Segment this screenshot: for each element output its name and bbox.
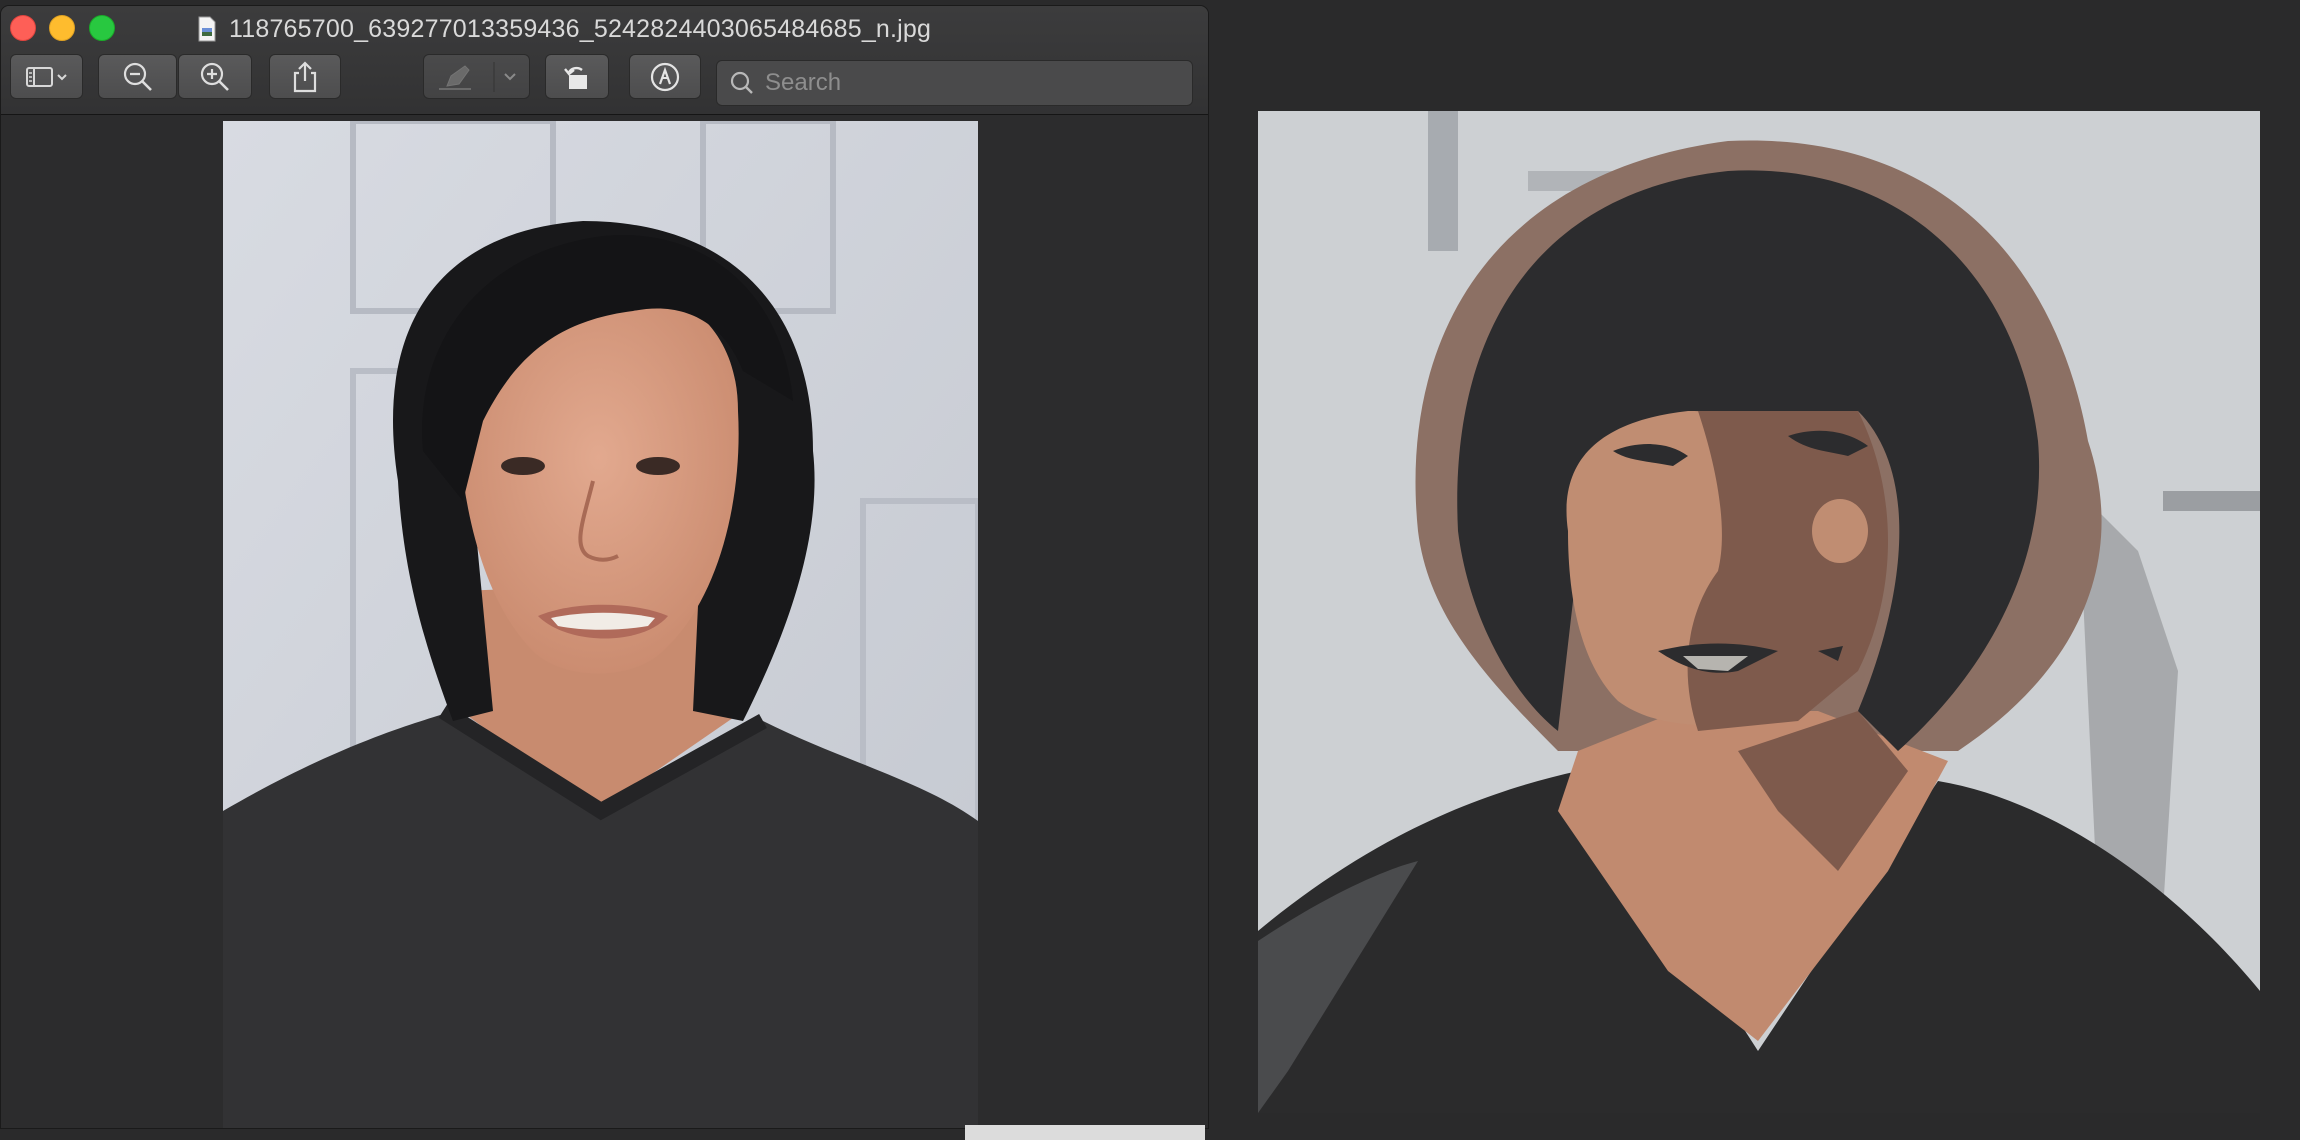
search-input[interactable] <box>763 68 1167 98</box>
document-icon <box>198 16 216 42</box>
window-title-text: 118765700_639277013359436_52428244030654… <box>229 14 932 43</box>
zoom-out-icon <box>123 62 152 91</box>
share-icon <box>293 60 317 92</box>
zoom-in-icon <box>200 62 229 91</box>
markup-icon <box>650 62 680 91</box>
highlight-button[interactable] <box>423 54 530 99</box>
zoom-in-button[interactable] <box>178 54 252 99</box>
search-icon <box>730 71 753 94</box>
preview-window: 118765700_639277013359436_52428244030654… <box>0 5 1209 1129</box>
rotate-icon <box>564 66 587 89</box>
maximize-button[interactable] <box>89 15 115 41</box>
highlighter-icon <box>438 61 516 92</box>
window-title: 118765700_639277013359436_52428244030654… <box>197 14 931 44</box>
close-button[interactable] <box>10 15 36 41</box>
minimize-button[interactable] <box>49 15 75 41</box>
sidebar-button[interactable] <box>10 54 83 99</box>
sidebar-icon <box>25 66 67 87</box>
window-edge <box>965 1125 1205 1140</box>
title-bar: 118765700_639277013359436_52428244030654… <box>1 6 1208 115</box>
markup-button[interactable] <box>629 54 701 99</box>
portrait-photo <box>223 121 978 1128</box>
zoom-out-button[interactable] <box>98 54 177 99</box>
rotate-button[interactable] <box>545 54 609 99</box>
share-button[interactable] <box>269 54 341 99</box>
posterized-portrait <box>1258 111 2260 1113</box>
search-field[interactable] <box>716 60 1193 106</box>
document-view[interactable] <box>1 115 1208 1128</box>
